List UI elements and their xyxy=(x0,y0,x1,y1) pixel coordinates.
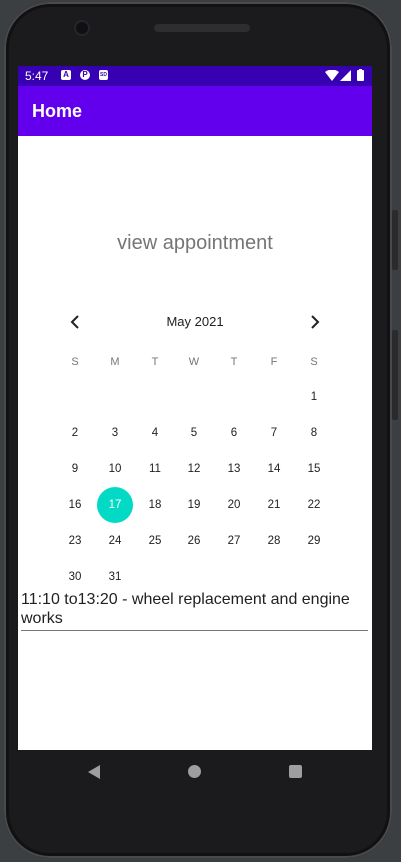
notification-p-icon: P xyxy=(80,70,90,80)
status-bar: 5:47 A P SD xyxy=(18,66,372,86)
app-bar-title: Home xyxy=(32,101,83,121)
earpiece-speaker xyxy=(154,24,250,32)
calendar-day[interactable]: 24 xyxy=(97,523,133,559)
calendar-day[interactable]: 1 xyxy=(296,379,332,415)
front-camera xyxy=(76,22,88,34)
appointment-divider xyxy=(21,630,368,631)
calendar-day[interactable]: 15 xyxy=(296,451,332,487)
calendar-day[interactable]: 6 xyxy=(216,415,252,451)
back-icon[interactable] xyxy=(88,765,100,779)
appointment-text: 11:10 to13:20 - wheel replacement and en… xyxy=(21,591,350,627)
cellular-signal-icon xyxy=(340,70,351,81)
wifi-icon xyxy=(325,70,339,81)
calendar-day[interactable]: 16 xyxy=(57,487,93,523)
calendar-day[interactable]: 20 xyxy=(216,487,252,523)
sd-card-icon: SD xyxy=(99,70,108,80)
recent-apps-icon[interactable] xyxy=(289,765,302,778)
calendar-day[interactable]: 12 xyxy=(176,451,212,487)
calendar-day[interactable]: 18 xyxy=(137,487,173,523)
weekday-label: T xyxy=(230,356,238,368)
calendar-day[interactable]: 5 xyxy=(176,415,212,451)
weekday-label: M xyxy=(110,356,120,368)
weekday-label: F xyxy=(270,356,278,368)
calendar-day[interactable]: 21 xyxy=(256,487,292,523)
calendar-day[interactable]: 4 xyxy=(137,415,173,451)
calendar-day[interactable]: 11 xyxy=(137,451,173,487)
next-month-chevron-icon[interactable] xyxy=(306,314,322,330)
system-navigation-bar xyxy=(18,750,372,794)
calendar-day[interactable]: 19 xyxy=(176,487,212,523)
home-icon[interactable] xyxy=(188,765,201,778)
calendar-day[interactable]: 10 xyxy=(97,451,133,487)
weekday-label: S xyxy=(310,356,318,368)
status-time: 5:47 xyxy=(25,69,49,83)
calendar-day[interactable]: 3 xyxy=(97,415,133,451)
calendar-day[interactable]: 27 xyxy=(216,523,252,559)
notification-a-icon: A xyxy=(61,70,71,80)
volume-button xyxy=(392,210,398,270)
power-button xyxy=(392,330,398,420)
calendar-day[interactable]: 13 xyxy=(216,451,252,487)
calendar-day[interactable]: 29 xyxy=(296,523,332,559)
calendar-day[interactable]: 28 xyxy=(256,523,292,559)
calendar-day[interactable]: 25 xyxy=(137,523,173,559)
weekday-label: T xyxy=(151,356,159,368)
calendar-header: May 2021 xyxy=(18,312,372,332)
calendar-day[interactable]: 26 xyxy=(176,523,212,559)
calendar-day[interactable]: 22 xyxy=(296,487,332,523)
calendar-day[interactable]: 7 xyxy=(256,415,292,451)
calendar-day[interactable]: 14 xyxy=(256,451,292,487)
calendar-day[interactable]: 23 xyxy=(57,523,93,559)
weekday-label: S xyxy=(71,356,79,368)
device-screen: 5:47 A P SD Home view appointment May 20… xyxy=(18,66,372,750)
view-appointment-heading: view appointment xyxy=(117,232,273,254)
app-bar: Home xyxy=(18,86,372,136)
calendar-day[interactable]: 2 xyxy=(57,415,93,451)
calendar-day[interactable]: 8 xyxy=(296,415,332,451)
weekday-label: W xyxy=(188,356,200,368)
calendar-day[interactable]: 9 xyxy=(57,451,93,487)
battery-icon xyxy=(357,69,364,81)
calendar-day-selected[interactable]: 17 xyxy=(97,487,133,523)
